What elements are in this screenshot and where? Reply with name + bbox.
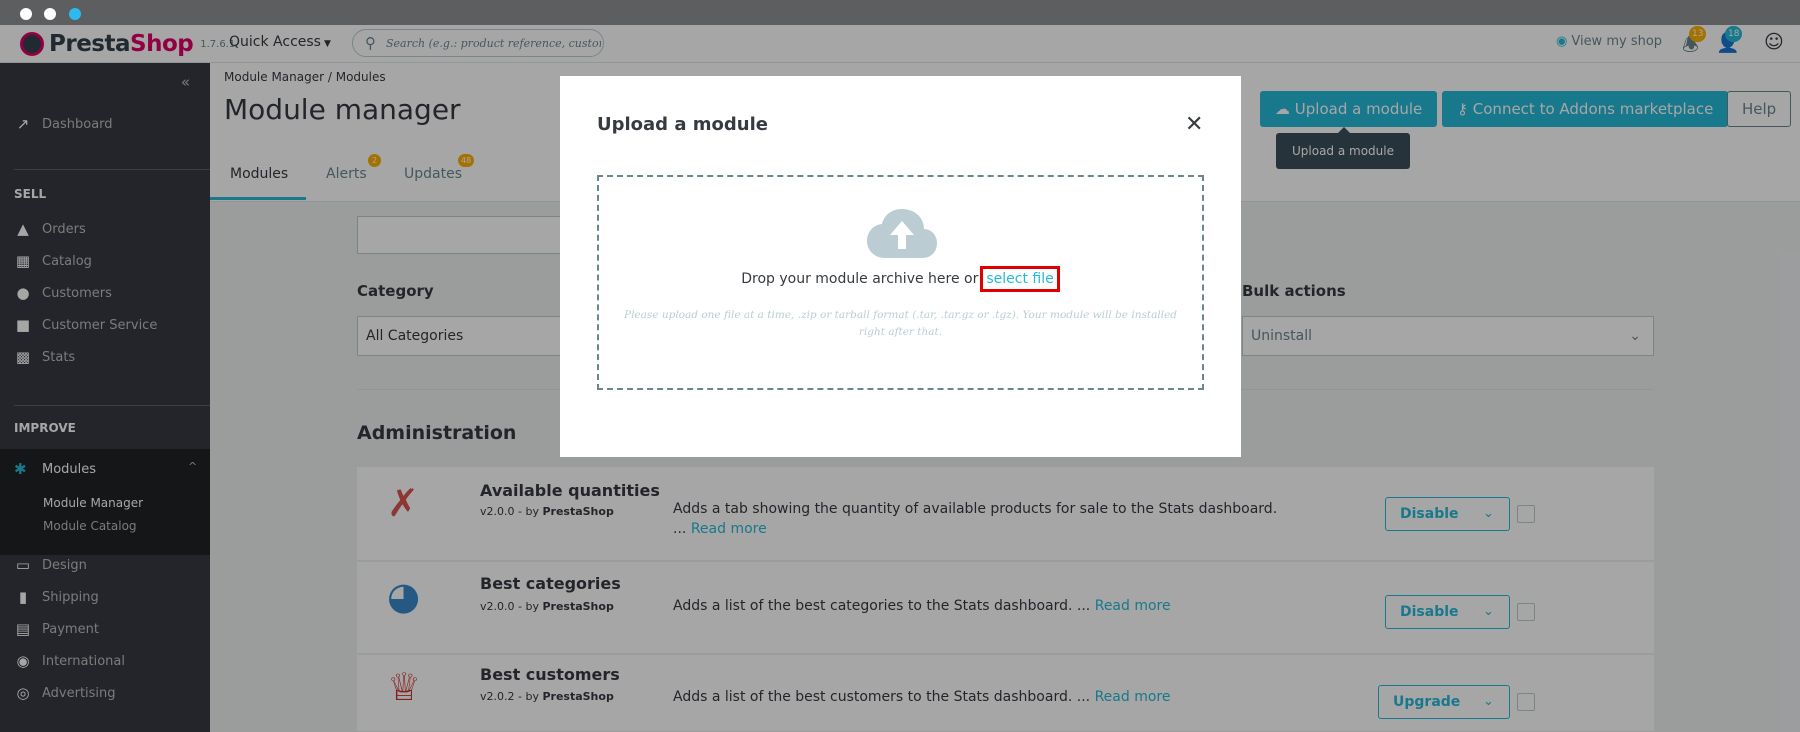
window-titlebar: [0, 0, 1800, 25]
cloud-upload-icon: [867, 209, 937, 258]
select-file-link[interactable]: select file: [980, 266, 1060, 292]
close-icon[interactable]: ✕: [1185, 114, 1203, 136]
upload-hint: Please upload one file at a time, .zip o…: [624, 309, 1177, 338]
window-close-dot[interactable]: [20, 8, 32, 20]
upload-module-modal: Upload a module ✕ Drop your module archi…: [560, 76, 1241, 457]
modal-title: Upload a module: [597, 114, 768, 135]
module-dropzone[interactable]: Drop your module archive here or select f…: [597, 175, 1204, 390]
window-minimize-dot[interactable]: [44, 8, 56, 20]
window-zoom-dot[interactable]: [69, 8, 81, 20]
dropzone-text: Drop your module archive here or select f…: [599, 266, 1202, 292]
modal-backdrop[interactable]: Upload a module ✕ Drop your module archi…: [0, 25, 1800, 732]
